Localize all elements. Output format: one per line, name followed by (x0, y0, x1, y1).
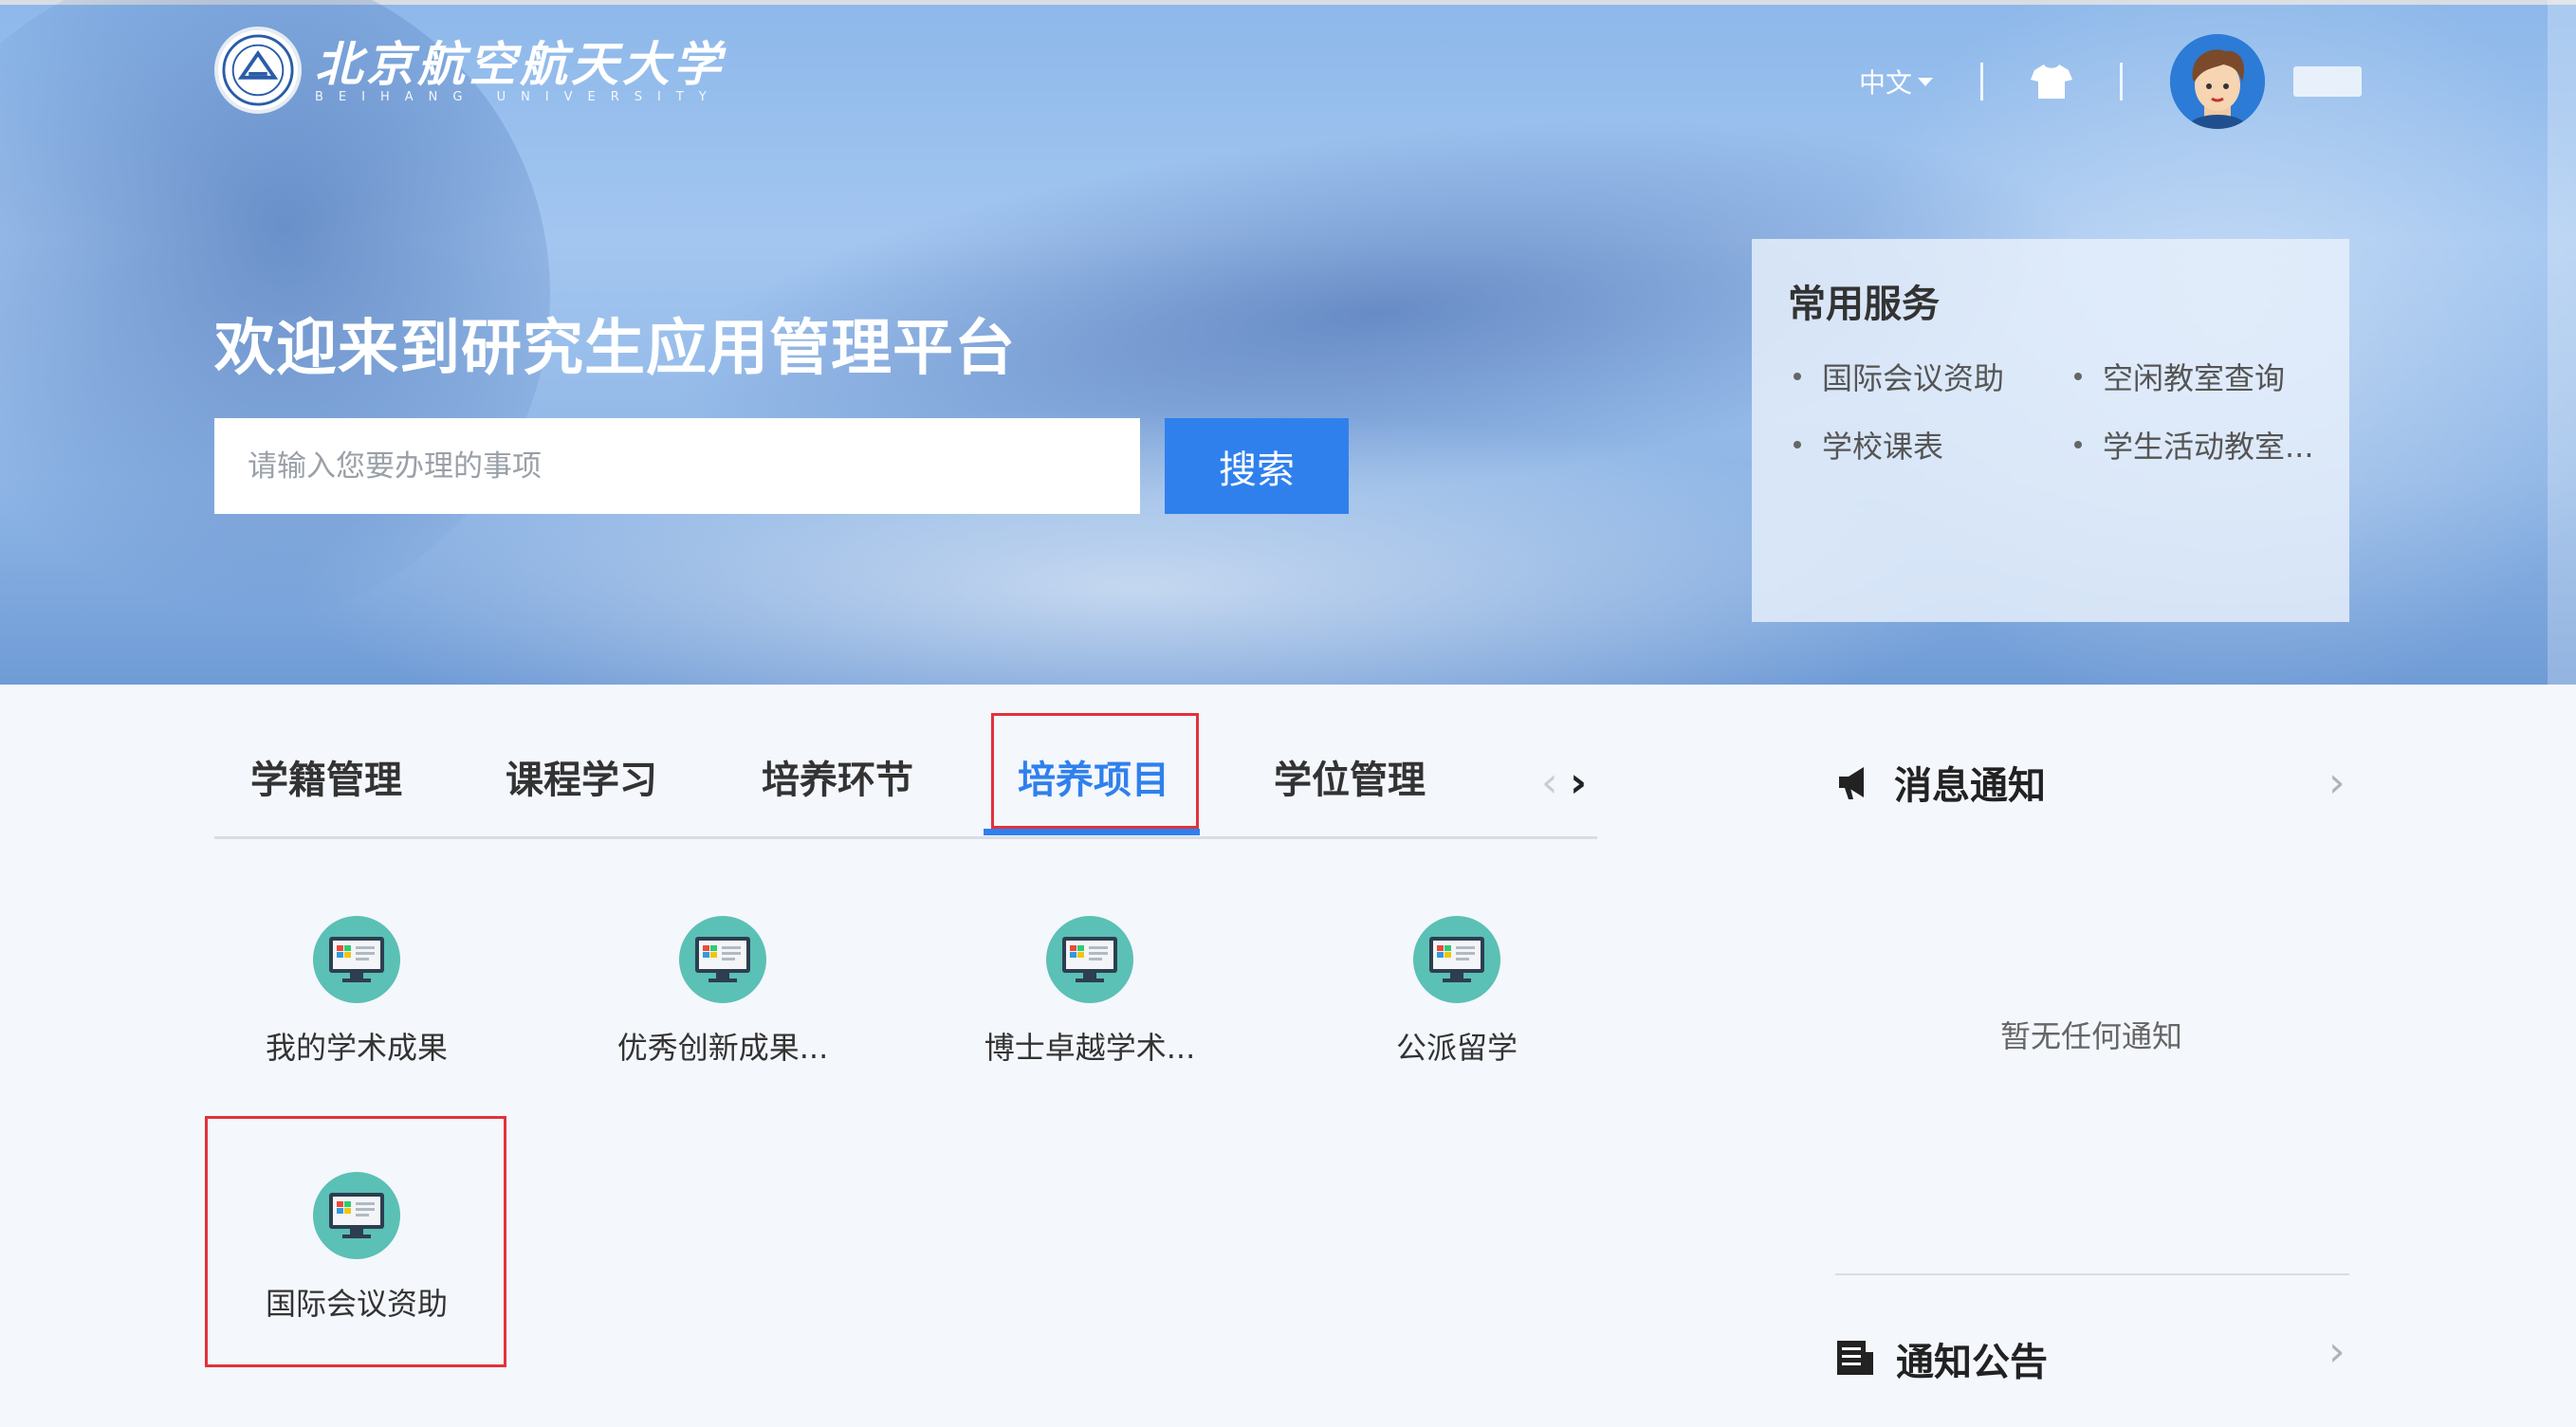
university-seal-icon (214, 27, 302, 114)
common-services-panel: 常用服务 国际会议资助 空闲教室查询 学校课表 学生活动教室... (1752, 239, 2349, 622)
service-link[interactable]: 学校课表 (1788, 423, 2069, 467)
monitor-icon (313, 916, 400, 1003)
tab-courses[interactable]: 课程学习 (506, 749, 657, 804)
service-link[interactable]: 学生活动教室... (2069, 423, 2349, 467)
app-academic-achievements[interactable]: 我的学术成果 (243, 916, 470, 1068)
language-label: 中文 (1859, 67, 1913, 99)
username-masked[interactable] (2293, 66, 2363, 97)
announcements-header[interactable]: 通知公告 (1835, 1331, 2048, 1386)
theme-shirt-icon[interactable] (2031, 63, 2073, 101)
university-logo[interactable]: 北京航空航天大学 BEIHANG UNIVERSITY (214, 27, 725, 114)
app-label: 博士卓越学术... (984, 1030, 1196, 1066)
service-link[interactable]: 空闲教室查询 (2069, 355, 2349, 398)
app-doctoral-excellence[interactable]: 博士卓越学术... (976, 916, 1204, 1068)
top-bar: 中文 (1859, 34, 2363, 129)
highlight-box (991, 713, 1199, 829)
search-box[interactable] (214, 418, 1140, 514)
logo-name-en: BEIHANG UNIVERSITY (315, 89, 722, 104)
divider (2120, 63, 2124, 101)
chevron-right-icon[interactable]: › (1570, 759, 1587, 807)
service-link[interactable]: 国际会议资助 (1788, 355, 2069, 398)
user-avatar[interactable] (2170, 34, 2266, 129)
services-title: 常用服务 (1788, 283, 1940, 326)
messages-header[interactable]: 消息通知 (1835, 755, 2046, 810)
app-innovation-achievements[interactable]: 优秀创新成果... (609, 916, 837, 1068)
logo-name-cn: 北京航空航天大学 (315, 35, 725, 92)
chevron-right-icon[interactable]: › (2328, 759, 2346, 807)
monitor-icon (1046, 916, 1133, 1003)
category-tabs: 学籍管理 课程学习 培养环节 培养项目 学位管理 (214, 702, 1597, 839)
chevron-right-icon[interactable]: › (2328, 1327, 2346, 1376)
document-list-icon (1837, 1341, 1873, 1375)
app-public-study-abroad[interactable]: 公派留学 (1343, 916, 1571, 1068)
welcome-title: 欢迎来到研究生应用管理平台 (214, 314, 1016, 384)
app-label: 公派留学 (1395, 1030, 1518, 1066)
monitor-icon (1413, 916, 1500, 1003)
divider (1980, 63, 1984, 101)
empty-messages-text: 暂无任何通知 (1999, 1018, 2182, 1054)
search-button[interactable]: 搜索 (1165, 418, 1349, 514)
caret-down-icon (1918, 77, 1934, 86)
divider (1835, 1273, 2349, 1275)
megaphone-icon (1839, 767, 1864, 799)
tab-degree[interactable]: 学位管理 (1274, 749, 1426, 804)
search-input[interactable] (246, 448, 1109, 485)
page-scrollbar[interactable] (2548, 0, 2576, 685)
chevron-left-icon[interactable]: ‹ (1541, 759, 1558, 807)
tab-student-status[interactable]: 学籍管理 (250, 749, 402, 804)
app-label: 我的学术成果 (265, 1030, 448, 1066)
monitor-icon (679, 916, 766, 1003)
announcements-title: 通知公告 (1896, 1341, 2048, 1384)
app-label: 优秀创新成果... (616, 1030, 829, 1066)
tab-training-steps[interactable]: 培养环节 (762, 749, 913, 804)
active-tab-underline (984, 829, 1200, 835)
highlight-box (205, 1116, 506, 1367)
messages-title: 消息通知 (1894, 764, 2046, 808)
language-selector[interactable]: 中文 (1859, 63, 1934, 101)
